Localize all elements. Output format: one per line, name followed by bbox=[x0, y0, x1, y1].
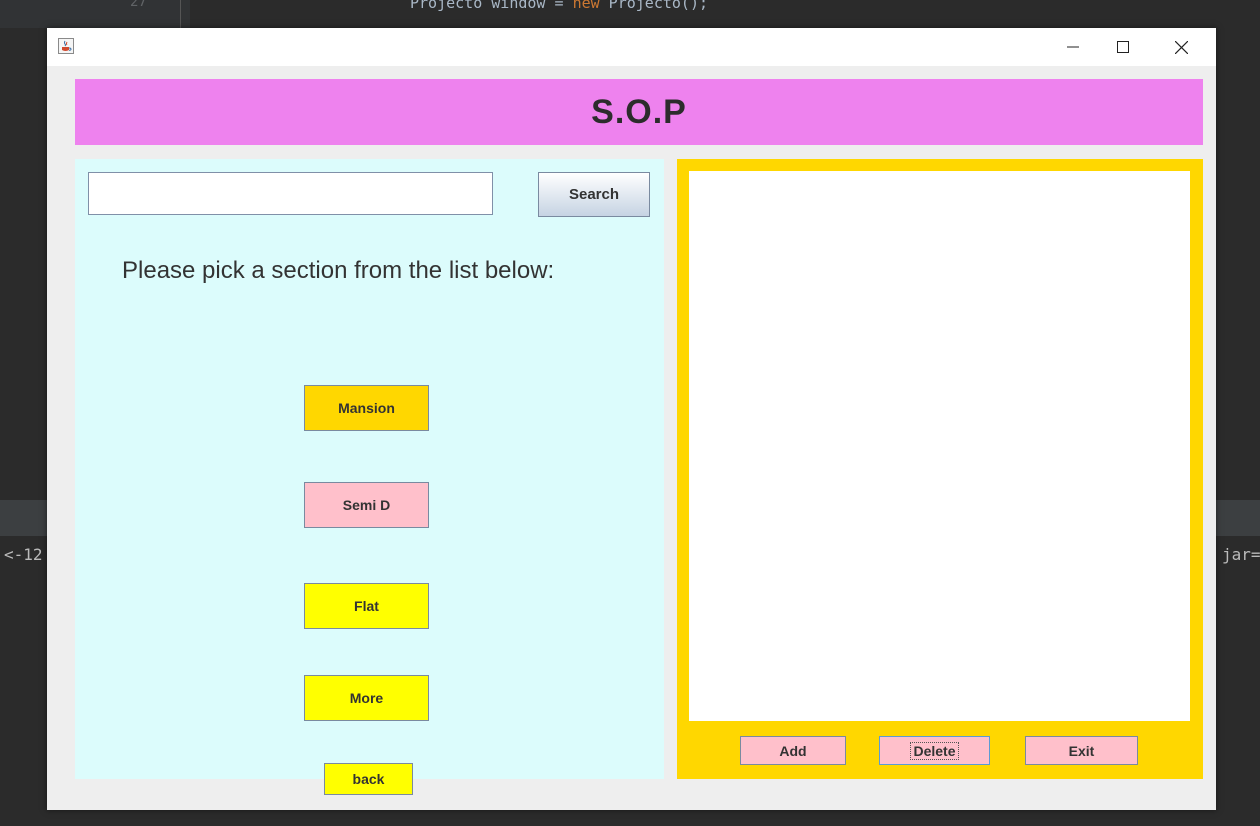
maximize-button[interactable] bbox=[1100, 28, 1146, 66]
ide-output-right-text: jar= bbox=[1222, 545, 1260, 564]
search-input[interactable] bbox=[88, 172, 493, 215]
right-panel: Add Delete Exit bbox=[677, 159, 1203, 779]
ide-line-number: 27 bbox=[130, 0, 147, 10]
more-button[interactable]: More bbox=[304, 675, 429, 721]
delete-button[interactable]: Delete bbox=[879, 736, 990, 765]
section-prompt: Please pick a section from the list belo… bbox=[122, 257, 555, 284]
maximize-icon bbox=[1117, 41, 1129, 53]
title-bar[interactable] bbox=[47, 28, 1216, 66]
search-button[interactable]: Search bbox=[538, 172, 650, 217]
back-button[interactable]: back bbox=[324, 763, 413, 795]
ide-code-line: Projecto window = new Projecto(); bbox=[410, 0, 709, 12]
app-window: S.O.P Search Please pick a section from … bbox=[47, 28, 1216, 810]
semi-d-button[interactable]: Semi D bbox=[304, 482, 429, 528]
header-banner: S.O.P bbox=[75, 79, 1203, 145]
exit-button[interactable]: Exit bbox=[1025, 736, 1138, 765]
java-cup-icon bbox=[58, 38, 74, 54]
flat-button[interactable]: Flat bbox=[304, 583, 429, 629]
close-button[interactable] bbox=[1158, 28, 1204, 66]
ide-gutter bbox=[0, 0, 190, 28]
add-button[interactable]: Add bbox=[740, 736, 846, 765]
left-panel: Search Please pick a section from the li… bbox=[75, 159, 664, 795]
ide-editor-area: 27 Projecto window = new Projecto(); bbox=[0, 0, 1260, 28]
minimize-icon bbox=[1067, 46, 1079, 48]
header-title: S.O.P bbox=[591, 92, 687, 131]
minimize-button[interactable] bbox=[1050, 28, 1096, 66]
display-text-area[interactable] bbox=[689, 171, 1190, 721]
close-icon bbox=[1174, 40, 1188, 54]
ide-output-left-text: <-12 bbox=[4, 545, 43, 564]
delete-button-label: Delete bbox=[910, 741, 959, 760]
mansion-button[interactable]: Mansion bbox=[304, 385, 429, 431]
